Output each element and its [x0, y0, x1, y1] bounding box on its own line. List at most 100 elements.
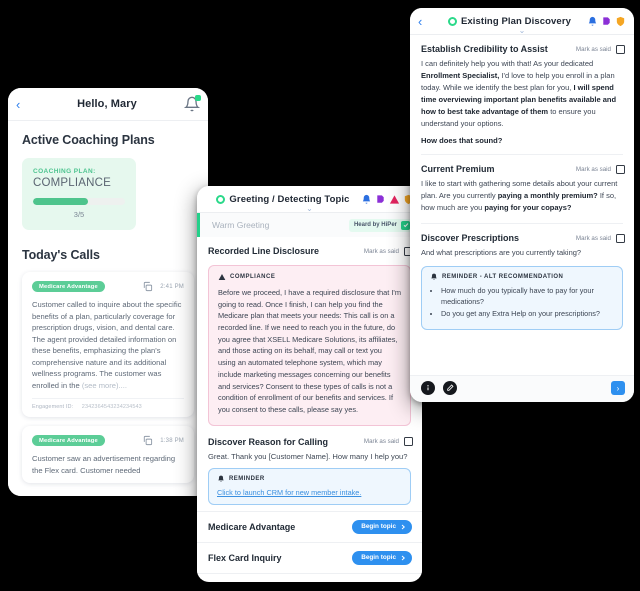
- panel-title: Greeting / Detecting Topic: [229, 193, 350, 205]
- coaching-progress-fill: [33, 198, 89, 205]
- engagement-id-label: Engagement ID:: [32, 404, 74, 411]
- step-script-text: Great. Thank you [Customer Name]. How ma…: [208, 451, 408, 461]
- agent-home-panel: ‹ Hello, Mary Active Coaching Plans COAC…: [8, 88, 208, 496]
- greeting-detecting-topic-panel: Greeting / Detecting Topic ⌄ Warm Greeti: [197, 186, 422, 582]
- script-part-1: I can definitely help you with that! As …: [421, 59, 594, 68]
- topic-row-medicare-advantage[interactable]: Medicare Advantage Begin topic: [197, 510, 422, 542]
- bookmark-icon[interactable]: [375, 194, 386, 205]
- existing-plan-discovery-panel: ‹ Existing Plan Discovery ⌄ Establish Cr…: [410, 8, 634, 402]
- left-panel-body: Active Coaching Plans COACHING PLAN: COM…: [8, 121, 208, 496]
- chevron-left-icon[interactable]: ‹: [418, 15, 432, 28]
- bell-icon[interactable]: [183, 95, 201, 112]
- call-timestamp: 2:41 PM: [160, 283, 184, 290]
- topic-name: Medicare Advantage: [208, 521, 296, 532]
- call-summary-text: Customer saw an advertisement regarding …: [32, 454, 176, 475]
- next-button[interactable]: ›: [611, 381, 625, 395]
- bell-icon[interactable]: [587, 16, 598, 27]
- reminder-callout-header: REMINDER - ALT RECOMMENDATION: [430, 273, 614, 281]
- chevron-right-icon: [401, 524, 406, 529]
- active-plans-heading: Active Coaching Plans: [22, 133, 155, 147]
- reminder-callout-header: REMINDER: [217, 475, 402, 483]
- compliance-label: COMPLIANCE: [230, 274, 276, 280]
- edit-icon[interactable]: [443, 381, 457, 395]
- mark-as-said-label: Mark as said: [575, 45, 611, 53]
- mid-header-icons: [361, 194, 414, 205]
- mark-as-said-label: Mark as said: [575, 165, 611, 173]
- step-discover-prescriptions: Discover Prescriptions Mark as said: [410, 224, 634, 247]
- script-bold-2: paying for your copays?: [484, 203, 572, 212]
- mark-as-said-control[interactable]: Mark as said: [576, 233, 625, 243]
- shield-icon[interactable]: [615, 16, 626, 27]
- calls-list: Medicare Advantage 2:41 PM Customer call…: [22, 272, 194, 484]
- reminder-label: REMINDER: [229, 475, 265, 482]
- list-item: How much do you typically have to pay fo…: [441, 286, 614, 307]
- list-item[interactable]: Medicare Advantage 2:41 PM Customer call…: [22, 272, 194, 418]
- engagement-id-row: Engagement ID: 2342364543234234543: [32, 404, 184, 410]
- info-glyph: [427, 385, 429, 391]
- step-title: Discover Prescriptions: [421, 233, 520, 243]
- copy-icon[interactable]: [142, 435, 153, 446]
- right-panel-header: ‹ Existing Plan Discovery ⌄: [410, 8, 634, 35]
- call-summary-body: Customer called to inquire about the spe…: [32, 300, 182, 390]
- mark-as-said-control[interactable]: Mark as said: [364, 437, 413, 447]
- mark-as-said-control[interactable]: Mark as said: [575, 44, 625, 54]
- warm-greeting-label: Warm Greeting: [212, 220, 270, 230]
- call-timestamp: 1:38 PM: [160, 437, 184, 444]
- call-card-meta: 2:41 PM: [142, 281, 184, 292]
- begin-topic-button[interactable]: Begin topic: [352, 519, 412, 534]
- script-bold-1: Enrollment Specialist,: [421, 71, 500, 80]
- status-dot-green: [447, 16, 457, 26]
- chevron-left-icon[interactable]: ‹: [16, 98, 30, 111]
- status-dot-green: [216, 194, 226, 204]
- list-item[interactable]: Medicare Advantage 1:38 PM Customer saw …: [22, 426, 194, 484]
- coaching-plan-card[interactable]: COACHING PLAN: COMPLIANCE 3/5: [22, 158, 136, 230]
- copy-icon[interactable]: [142, 281, 153, 292]
- page-title: Hello, Mary: [77, 98, 137, 110]
- mark-as-said-control[interactable]: Mark as said: [575, 164, 625, 174]
- mark-as-said-checkbox[interactable]: [616, 44, 625, 54]
- compliance-script-text: Before we proceed, I have a required dis…: [218, 288, 401, 414]
- left-header-center: Hello, Mary: [30, 98, 184, 110]
- step-title: Discover Reason for Calling: [208, 436, 329, 447]
- mark-as-said-control[interactable]: Mark as said: [364, 246, 413, 256]
- call-card-header: Medicare Advantage 2:41 PM: [32, 281, 184, 292]
- chevron-down-icon[interactable]: ⌄: [519, 27, 526, 35]
- warm-greeting-row[interactable]: Warm Greeting Heard by HiPer: [197, 213, 422, 237]
- info-icon[interactable]: [421, 381, 435, 395]
- left-panel-header: ‹ Hello, Mary: [8, 88, 208, 121]
- heard-by-hiper-badge: Heard by HiPer: [348, 218, 413, 232]
- script-bold-1: paying a monthly premium?: [497, 191, 598, 200]
- show-all-topics-link[interactable]: Show all topics: [197, 572, 422, 579]
- crm-launch-link[interactable]: Click to launch CRM for new member intak…: [217, 488, 402, 497]
- mid-panel-header: Greeting / Detecting Topic ⌄: [197, 186, 422, 213]
- coaching-progress-label: 3/5: [73, 210, 85, 219]
- step-establish-credibility: Establish Credibility to Assist Mark as …: [410, 35, 634, 58]
- check-icon[interactable]: [401, 220, 410, 230]
- step-title: Recorded Line Disclosure: [208, 246, 320, 256]
- step-discover-reason-for-calling: Discover Reason for Calling Mark as said: [197, 426, 422, 451]
- mark-as-said-checkbox[interactable]: [616, 233, 625, 243]
- mark-as-said-checkbox[interactable]: [404, 437, 413, 447]
- chevron-down-icon[interactable]: ⌄: [306, 205, 313, 213]
- mark-as-said-checkbox[interactable]: [616, 164, 625, 174]
- step-title: Current Premium: [421, 164, 495, 174]
- begin-topic-button[interactable]: Begin topic: [352, 550, 412, 565]
- warning-triangle-icon: [218, 274, 226, 280]
- step-script-text: And what prescriptions are you currently…: [421, 248, 582, 257]
- divider: [32, 398, 184, 400]
- bell-icon[interactable]: [361, 194, 372, 205]
- call-card-meta: 1:38 PM: [142, 435, 184, 446]
- topic-row-flex-card-inquiry[interactable]: Flex Card Inquiry Begin topic: [197, 541, 422, 573]
- compliance-callout: COMPLIANCE Before we proceed, I have a r…: [208, 265, 411, 426]
- bookmark-icon[interactable]: [601, 16, 612, 27]
- warning-triangle-icon[interactable]: [389, 194, 400, 205]
- call-summary-text: Customer called to inquire about the spe…: [32, 299, 184, 391]
- step-recorded-line-disclosure: Recorded Line Disclosure Mark as said: [197, 237, 422, 260]
- coaching-progress-bar: [33, 198, 125, 205]
- chevron-right-icon: [401, 555, 406, 560]
- see-more-link[interactable]: (see more)....: [82, 381, 127, 390]
- status-badge: Medicare Advantage: [32, 281, 105, 292]
- todays-calls-heading: Today's Calls: [22, 248, 100, 262]
- step-title: Establish Credibility to Assist: [421, 44, 548, 54]
- list-item: Do you get any Extra Help on your prescr…: [441, 309, 614, 320]
